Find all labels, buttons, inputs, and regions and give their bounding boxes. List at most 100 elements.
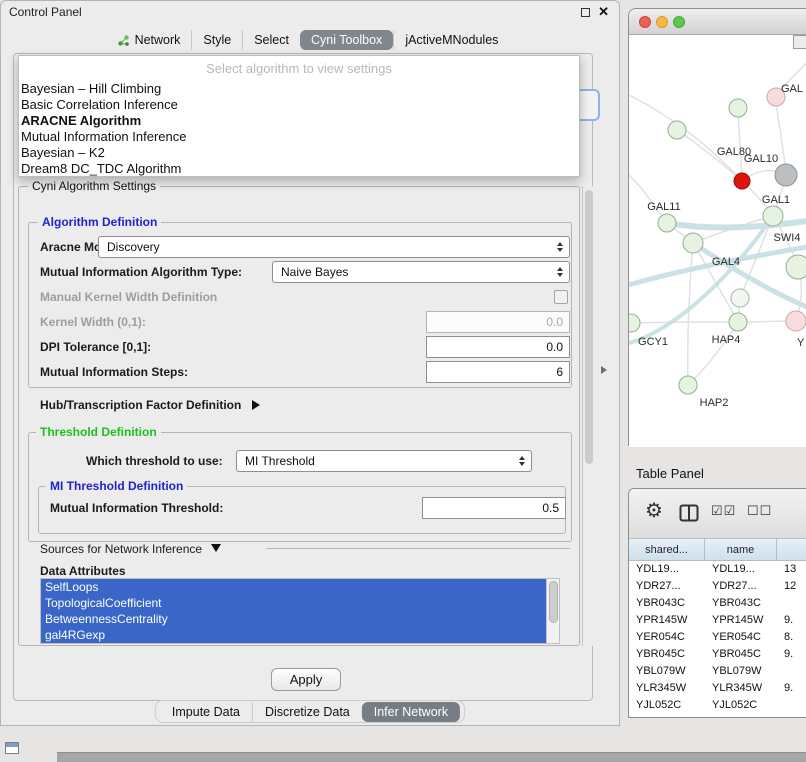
tab-infer-network[interactable]: Infer Network <box>362 702 460 722</box>
tab-impute-data[interactable]: Impute Data <box>160 702 252 722</box>
node[interactable] <box>763 206 783 226</box>
table-body[interactable]: YDL19... YDL19... 13 YDR27... YDR27... 1… <box>629 561 806 717</box>
tab-select[interactable]: Select <box>242 30 300 50</box>
cell: 13 <box>777 561 806 578</box>
control-panel-titlebar[interactable]: Control Panel ✕ <box>1 1 619 23</box>
settings-scrollbar[interactable] <box>582 186 594 646</box>
node[interactable] <box>729 99 747 117</box>
node[interactable] <box>668 121 686 139</box>
tab-network[interactable]: Network <box>124 30 192 50</box>
node[interactable] <box>775 164 797 186</box>
sources-section-toggle[interactable]: Sources for Network Inference <box>40 538 221 560</box>
zoom-traffic-light[interactable] <box>673 16 685 28</box>
close-traffic-light[interactable] <box>639 16 651 28</box>
algorithm-option[interactable]: Bayesian – Hill Climbing <box>19 81 579 97</box>
table-row[interactable]: YPR145W YPR145W 9. <box>629 612 806 629</box>
algorithm-option[interactable]: Dream8 DC_TDC Algorithm <box>19 161 579 177</box>
table-row[interactable]: YBL079W YBL079W <box>629 663 806 680</box>
tab-discretize-data[interactable]: Discretize Data <box>252 702 362 722</box>
tab-style[interactable]: Style <box>191 30 242 50</box>
table-row[interactable]: YER054C YER054C 8. <box>629 629 806 646</box>
node-label: SWI4 <box>774 232 801 244</box>
node[interactable] <box>731 289 749 307</box>
algorithm-option[interactable]: Mutual Information Inference <box>19 129 579 145</box>
aracne-mode-value: Discovery <box>107 240 160 254</box>
table-row[interactable]: YJL052C YJL052C <box>629 697 806 714</box>
manual-kernel-width-label: Manual Kernel Width Definition <box>40 286 217 308</box>
mi-algorithm-type-select[interactable]: Naive Bayes <box>272 261 570 283</box>
network-graph[interactable]: GAL80 GAL10 GAL11 GAL1 SWI4 GAL4 GCY1 HA… <box>629 35 806 447</box>
node[interactable] <box>679 376 697 394</box>
list-item[interactable]: gal4RGexp <box>41 627 547 643</box>
cell: YPR145W <box>629 612 705 629</box>
select-all-checkboxes-icon[interactable]: ☑☑ <box>711 503 736 519</box>
edge-thick[interactable] <box>667 221 806 227</box>
tab-cyni-toolbox[interactable]: Cyni Toolbox <box>300 30 393 50</box>
table-toolbar: ⚙ ☑☑ ☐☐ <box>629 489 806 539</box>
algorithm-option[interactable]: Bayesian – K2 <box>19 145 579 161</box>
cell: YJL052C <box>705 697 777 714</box>
algorithm-option[interactable]: Basic Correlation Inference <box>19 97 579 113</box>
list-scrollbar[interactable] <box>546 579 559 643</box>
mi-algorithm-type-label: Mutual Information Algorithm Type: <box>40 261 242 283</box>
gear-icon[interactable]: ⚙ <box>645 499 663 523</box>
list-item[interactable]: SelfLoops <box>41 579 547 595</box>
node[interactable] <box>729 313 747 331</box>
cell: 9. <box>777 680 806 697</box>
mi-threshold-field[interactable] <box>422 497 566 519</box>
panel-splitter-arrow[interactable] <box>601 366 607 374</box>
node-label: GAL1 <box>762 194 790 206</box>
cell <box>777 697 806 714</box>
edge[interactable] <box>738 108 742 181</box>
cell: YBL079W <box>705 663 777 680</box>
network-canvas[interactable]: GAL80 GAL10 GAL11 GAL1 SWI4 GAL4 GCY1 HA… <box>629 35 806 447</box>
scrollbar-corner <box>793 35 806 49</box>
restore-panel-icon[interactable] <box>5 742 19 754</box>
table-row[interactable]: YBR043C YBR043C <box>629 595 806 612</box>
list-item[interactable]: TopologicalCoefficient <box>41 595 547 611</box>
window-title: Control Panel <box>9 5 82 19</box>
kernel-width-field[interactable] <box>426 311 570 333</box>
table-row[interactable]: YDR27... YDR27... 12 <box>629 578 806 595</box>
node-label: Y <box>797 337 805 349</box>
mi-steps-field[interactable] <box>426 361 570 383</box>
float-window-icon[interactable] <box>581 8 590 17</box>
cell: YER054C <box>705 629 777 646</box>
tab-jactivemnodules[interactable]: jActiveMNodules <box>393 30 509 50</box>
edge[interactable] <box>688 243 693 385</box>
combo-arrows-icon <box>557 267 563 277</box>
which-threshold-select[interactable]: MI Threshold <box>236 450 532 472</box>
mi-algorithm-type-value: Naive Bayes <box>281 265 348 279</box>
node[interactable] <box>658 214 676 232</box>
node[interactable] <box>683 233 703 253</box>
close-icon[interactable]: ✕ <box>598 4 609 20</box>
dpi-tolerance-field[interactable] <box>426 336 570 358</box>
list-item[interactable]: BetweennessCentrality <box>41 611 547 627</box>
node[interactable] <box>786 311 806 331</box>
edge[interactable] <box>629 95 742 181</box>
list-scrollbar-thumb[interactable] <box>549 581 558 623</box>
settings-scrollbar-thumb[interactable] <box>585 190 593 464</box>
columns-icon[interactable] <box>679 504 699 525</box>
node[interactable] <box>629 314 640 332</box>
edge[interactable] <box>688 322 738 385</box>
aracne-mode-select[interactable]: Discovery <box>98 236 570 258</box>
column-header-name[interactable]: name <box>705 539 777 561</box>
column-header-shared[interactable]: shared... <box>629 539 705 561</box>
table-row[interactable]: YBR045C YBR045C 9. <box>629 646 806 663</box>
manual-kernel-width-checkbox[interactable] <box>554 290 568 304</box>
table-row[interactable]: YLR345W YLR345W 9. <box>629 680 806 697</box>
node[interactable] <box>786 255 806 279</box>
hub-section-toggle[interactable]: Hub/Transcription Factor Definition <box>40 394 260 416</box>
edge[interactable] <box>631 322 738 323</box>
expanded-arrow-icon <box>211 544 221 552</box>
network-window-titlebar[interactable] <box>629 9 806 35</box>
column-header-extra[interactable] <box>777 539 806 561</box>
data-attributes-list[interactable]: SelfLoops TopologicalCoefficient Between… <box>40 578 560 644</box>
apply-button[interactable]: Apply <box>271 668 341 691</box>
table-row[interactable]: YDL19... YDL19... 13 <box>629 561 806 578</box>
deselect-all-checkboxes-icon[interactable]: ☐☐ <box>747 503 772 519</box>
node[interactable] <box>734 173 750 189</box>
minimize-traffic-light[interactable] <box>656 16 668 28</box>
algorithm-option-selected[interactable]: ARACNE Algorithm <box>19 113 579 129</box>
